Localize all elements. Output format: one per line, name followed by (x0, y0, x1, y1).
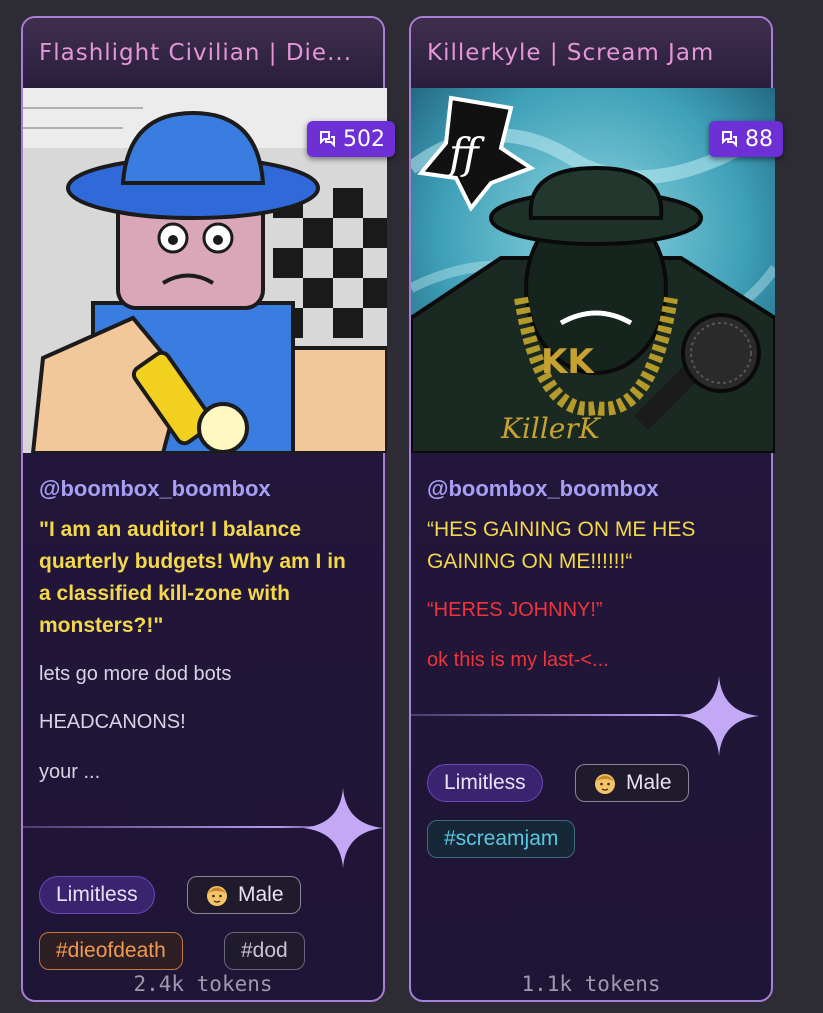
tag-male[interactable]: Male (187, 876, 301, 914)
male-face-icon (207, 886, 227, 906)
tag-label: Male (626, 771, 672, 794)
svg-text:KK: KK (541, 342, 595, 382)
tag-dod[interactable]: #dod (224, 932, 305, 970)
description-line: your ... (39, 761, 101, 783)
card-title: Flashlight Civilian | Die... (39, 40, 353, 66)
card-title: Killerkyle | Scream Jam (427, 40, 715, 66)
divider (23, 826, 343, 828)
tag-label: #dieofdeath (56, 939, 166, 962)
chat-icon (722, 131, 737, 148)
token-count: 1.1k tokens (521, 972, 661, 996)
male-face-icon (595, 774, 615, 794)
sparkle-icon (303, 788, 383, 868)
sparkle-icon (679, 676, 759, 756)
chat-count: 88 (745, 126, 773, 152)
card-header: Killerkyle | Scream Jam (411, 18, 771, 88)
card-quote: "I am an auditor! I balance quarterly bu… (39, 518, 346, 637)
chat-icon (320, 131, 335, 148)
chat-count: 502 (343, 126, 385, 152)
chat-count-badge: 88 (709, 121, 783, 157)
character-card-killerkyle[interactable]: Killerkyle | Scream Jam ff KK KillerK 88… (409, 16, 783, 1002)
description-line: “HERES JOHNNY!” (427, 599, 603, 621)
description-line: HEADCANONS! (39, 711, 186, 733)
tag-label: #screamjam (444, 827, 559, 850)
author-link[interactable]: @boombox_boombox (427, 476, 659, 502)
token-count: 2.4k tokens (133, 972, 273, 996)
card-quote: “HES GAINING ON ME HES GAINING ON ME!!!!… (427, 518, 696, 573)
description-line: ok this is my last-<... (427, 649, 609, 671)
tag-screamjam[interactable]: #screamjam (427, 820, 576, 858)
tag-label: Limitless (444, 771, 526, 794)
chat-count-badge: 502 (307, 121, 395, 157)
author-link[interactable]: @boombox_boombox (39, 476, 271, 502)
character-card-flashlight-civilian[interactable]: Flashlight Civilian | Die... 502 @boombo… (21, 16, 395, 1002)
description-line: lets go more dod bots (39, 663, 232, 685)
tag-label: Limitless (56, 883, 138, 906)
tag-male[interactable]: Male (575, 764, 689, 802)
tag-limitless[interactable]: Limitless (39, 876, 155, 914)
card-header: Flashlight Civilian | Die... (23, 18, 383, 88)
tag-limitless[interactable]: Limitless (427, 764, 543, 802)
tag-dieofdeath[interactable]: #dieofdeath (39, 932, 183, 970)
svg-text:KillerK: KillerK (500, 412, 602, 445)
tag-label: #dod (241, 939, 288, 962)
tag-label: Male (238, 883, 284, 906)
